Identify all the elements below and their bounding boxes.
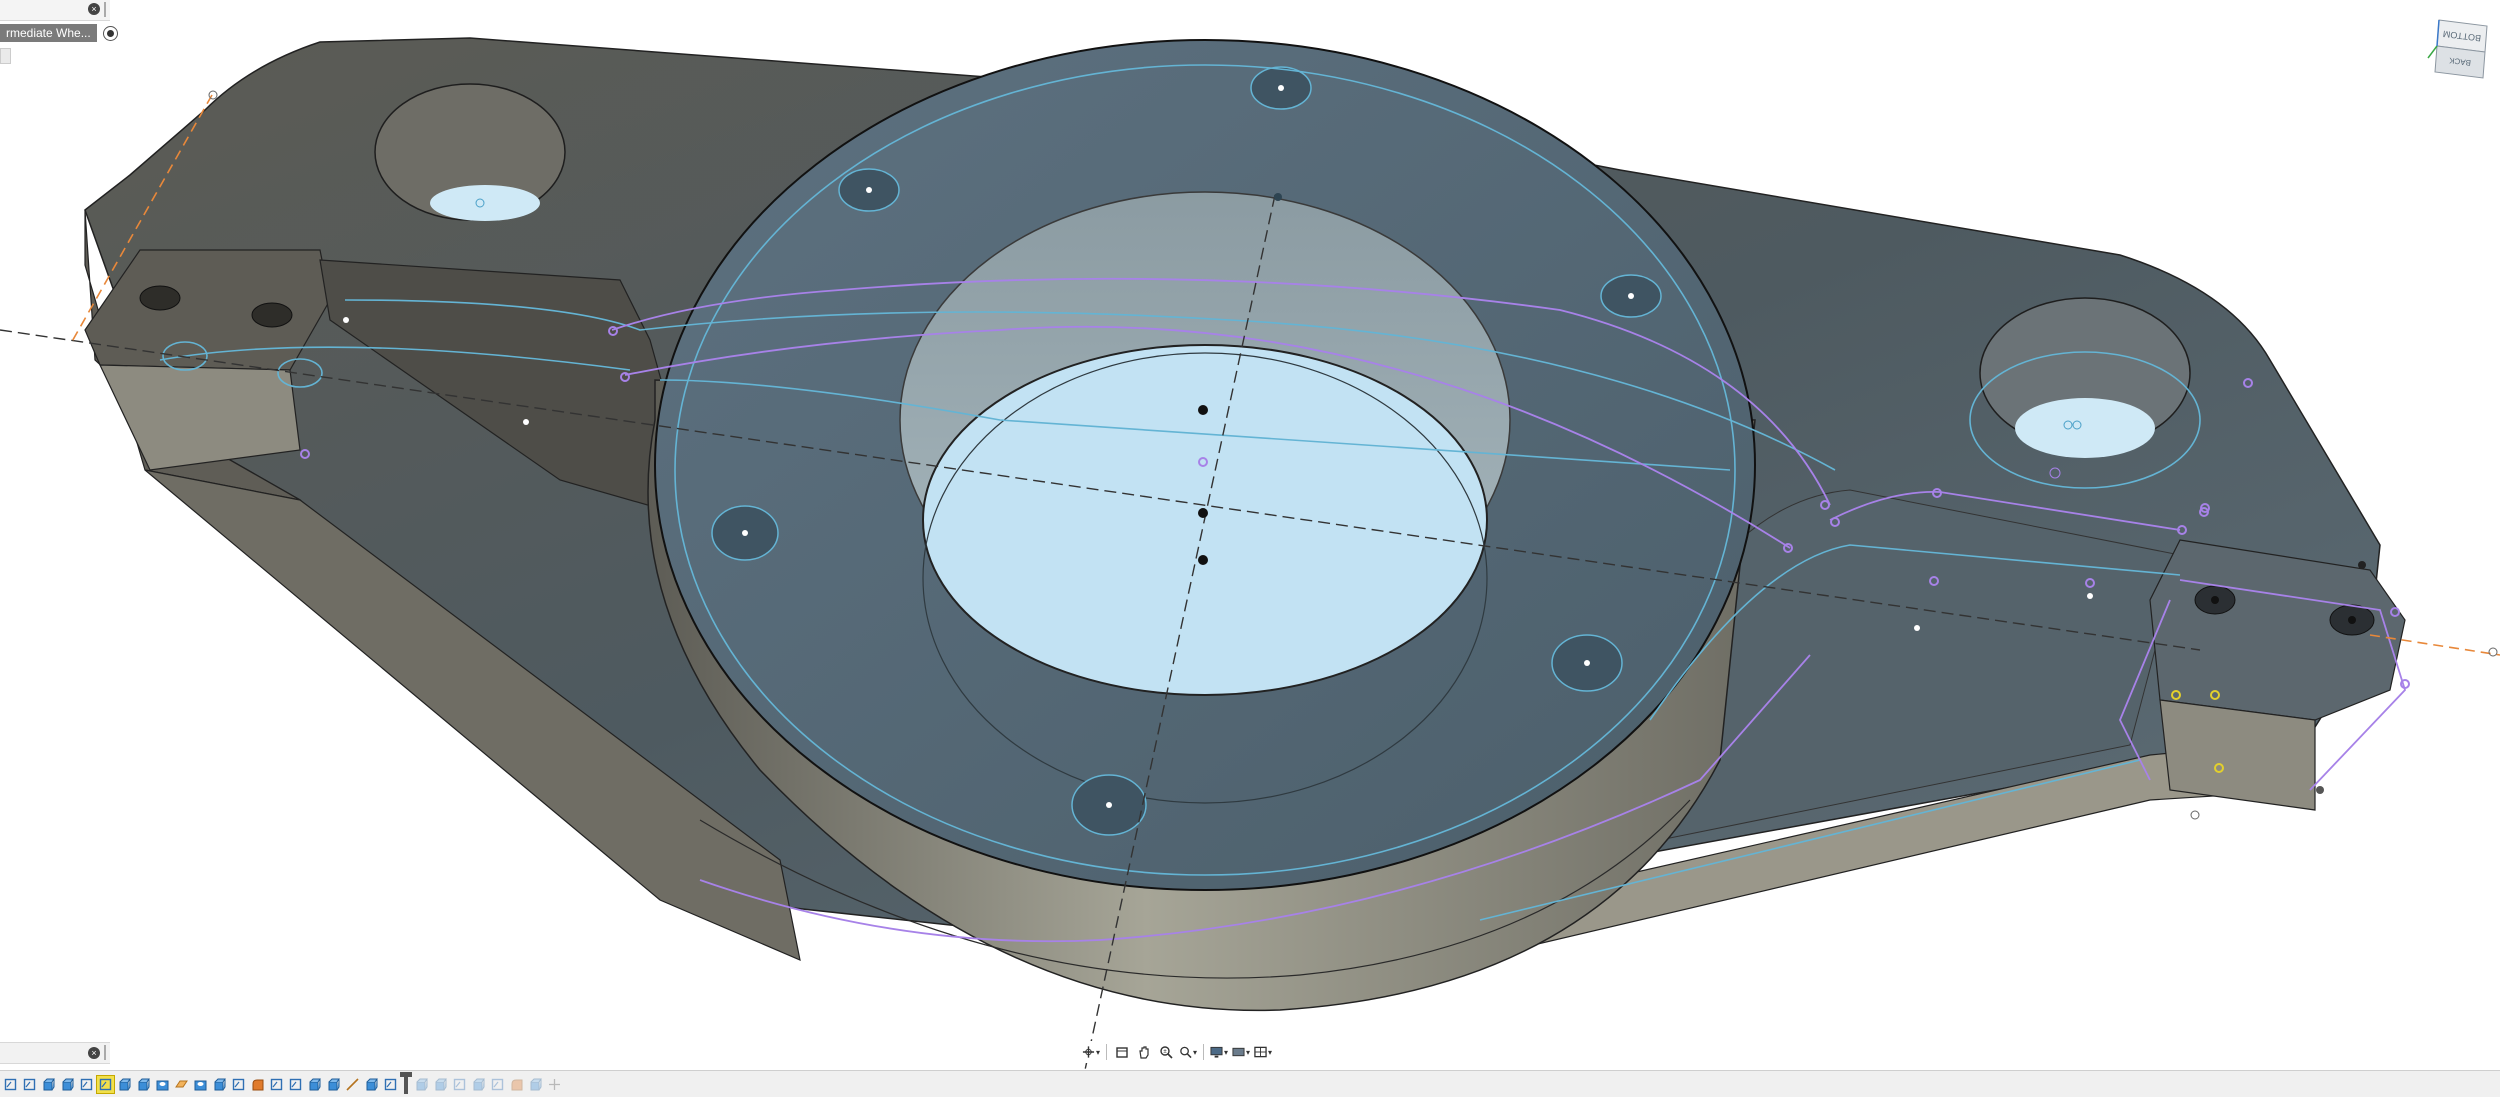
extrude-icon: [308, 1078, 321, 1091]
toolbar-divider: [1106, 1044, 1107, 1060]
sketch-icon: [453, 1078, 466, 1091]
timeline-feature[interactable]: [489, 1076, 506, 1093]
timeline-feature[interactable]: [2, 1076, 19, 1093]
extrude-icon: [213, 1078, 226, 1091]
pan-icon: [1139, 1046, 1149, 1059]
panel-grip-icon[interactable]: [104, 2, 106, 17]
fillet-icon: [251, 1078, 264, 1091]
timeline-feature[interactable]: [508, 1076, 525, 1093]
construction-plane-icon: [175, 1078, 188, 1091]
display-settings-button[interactable]: ▾: [1210, 1043, 1228, 1061]
fit-icon: [1180, 1046, 1192, 1059]
sketch-icon: [80, 1078, 93, 1091]
browser-subnode[interactable]: [0, 48, 11, 64]
viewports-icon: [1254, 1046, 1267, 1058]
timeline-feature[interactable]: [249, 1076, 266, 1093]
browser-close-icon[interactable]: ×: [88, 3, 100, 15]
timeline-feature[interactable]: [325, 1076, 342, 1093]
extrude-icon: [137, 1078, 150, 1091]
sketch-icon: [99, 1078, 112, 1091]
timeline-feature[interactable]: [470, 1076, 487, 1093]
sketch-icon: [491, 1078, 504, 1091]
canvas-viewport[interactable]: [0, 0, 2500, 1070]
left-boss-front: [99, 364, 301, 471]
timeline-feature[interactable]: [451, 1076, 468, 1093]
timeline-feature[interactable]: [211, 1076, 228, 1093]
construction-axis-icon: [346, 1077, 359, 1091]
extrude-icon: [118, 1078, 131, 1091]
orbit-icon: [1082, 1046, 1095, 1058]
look-at-button[interactable]: [1113, 1043, 1131, 1061]
extrude-icon: [415, 1078, 428, 1091]
timeline-feature[interactable]: [413, 1076, 430, 1093]
fit-button[interactable]: ▾: [1179, 1043, 1197, 1061]
look-at-icon: [1116, 1047, 1128, 1058]
timeline-feature[interactable]: [268, 1076, 285, 1093]
hole-icon: [156, 1078, 169, 1091]
timeline-feature[interactable]: [363, 1076, 380, 1093]
viewports-button[interactable]: ▾: [1254, 1043, 1272, 1061]
timeline-feature[interactable]: [546, 1076, 563, 1093]
zoom-button[interactable]: ±: [1157, 1043, 1175, 1061]
timeline-feature[interactable]: [287, 1076, 304, 1093]
timeline-feature[interactable]: [306, 1076, 323, 1093]
timeline-feature[interactable]: [344, 1076, 361, 1093]
extrude-icon: [529, 1078, 542, 1091]
timeline-feature[interactable]: [173, 1076, 190, 1093]
small-hole-b[interactable]: [251, 302, 293, 328]
toolbar-divider: [1203, 1044, 1204, 1060]
extrude-icon: [61, 1078, 74, 1091]
browser-component-row[interactable]: rmediate Whe...: [0, 24, 118, 42]
timeline-feature[interactable]: [78, 1076, 95, 1093]
timeline-feature[interactable]: [59, 1076, 76, 1093]
timeline-feature[interactable]: [135, 1076, 152, 1093]
grid-settings-icon: [1232, 1047, 1245, 1057]
timeline-feature[interactable]: [192, 1076, 209, 1093]
timeline-feature[interactable]: [21, 1076, 38, 1093]
timeline-feature[interactable]: [96, 1074, 115, 1094]
display-settings-icon: [1210, 1046, 1223, 1058]
viewcube[interactable]: BOTTOM BACK: [2425, 14, 2493, 82]
timeline-marker[interactable]: [400, 1072, 412, 1094]
comments-close-icon[interactable]: ×: [88, 1047, 100, 1059]
fillet-icon: [510, 1078, 523, 1091]
orbit-button[interactable]: ▾: [1082, 1043, 1100, 1061]
design-timeline: [0, 1070, 2500, 1097]
panel-grip-icon[interactable]: [104, 1045, 106, 1060]
small-hole-a[interactable]: [139, 285, 181, 311]
sketch-icon: [289, 1078, 302, 1091]
timeline-feature[interactable]: [432, 1076, 449, 1093]
extrude-icon: [365, 1078, 378, 1091]
sketch-icon: [232, 1078, 245, 1091]
extrude-icon: [434, 1078, 447, 1091]
component-name[interactable]: rmediate Whe...: [0, 24, 97, 42]
timeline-feature[interactable]: [116, 1076, 133, 1093]
sketch-icon: [23, 1078, 36, 1091]
navigation-toolbar: ▾ ± ▾ ▾ ▾ ▾: [1076, 1041, 1278, 1063]
timeline-feature[interactable]: [382, 1076, 399, 1093]
pan-button[interactable]: [1135, 1043, 1153, 1061]
move-icon: [548, 1078, 561, 1091]
timeline-feature[interactable]: [230, 1076, 247, 1093]
extrude-icon: [327, 1078, 340, 1091]
extrude-icon: [42, 1078, 55, 1091]
sketch-icon: [4, 1078, 17, 1091]
sketch-icon: [270, 1078, 283, 1091]
timeline-feature[interactable]: [154, 1076, 171, 1093]
timeline-feature[interactable]: [527, 1076, 544, 1093]
timeline-feature[interactable]: [40, 1076, 57, 1093]
comments-panel-header[interactable]: ×: [0, 1042, 110, 1064]
extrude-icon: [472, 1078, 485, 1091]
sketch-icon: [384, 1078, 397, 1091]
browser-panel-header[interactable]: ×: [0, 0, 110, 21]
grid-settings-button[interactable]: ▾: [1232, 1043, 1250, 1061]
activate-component-icon[interactable]: [102, 25, 118, 41]
zoom-icon: ±: [1160, 1046, 1173, 1059]
hole-icon: [194, 1078, 207, 1091]
